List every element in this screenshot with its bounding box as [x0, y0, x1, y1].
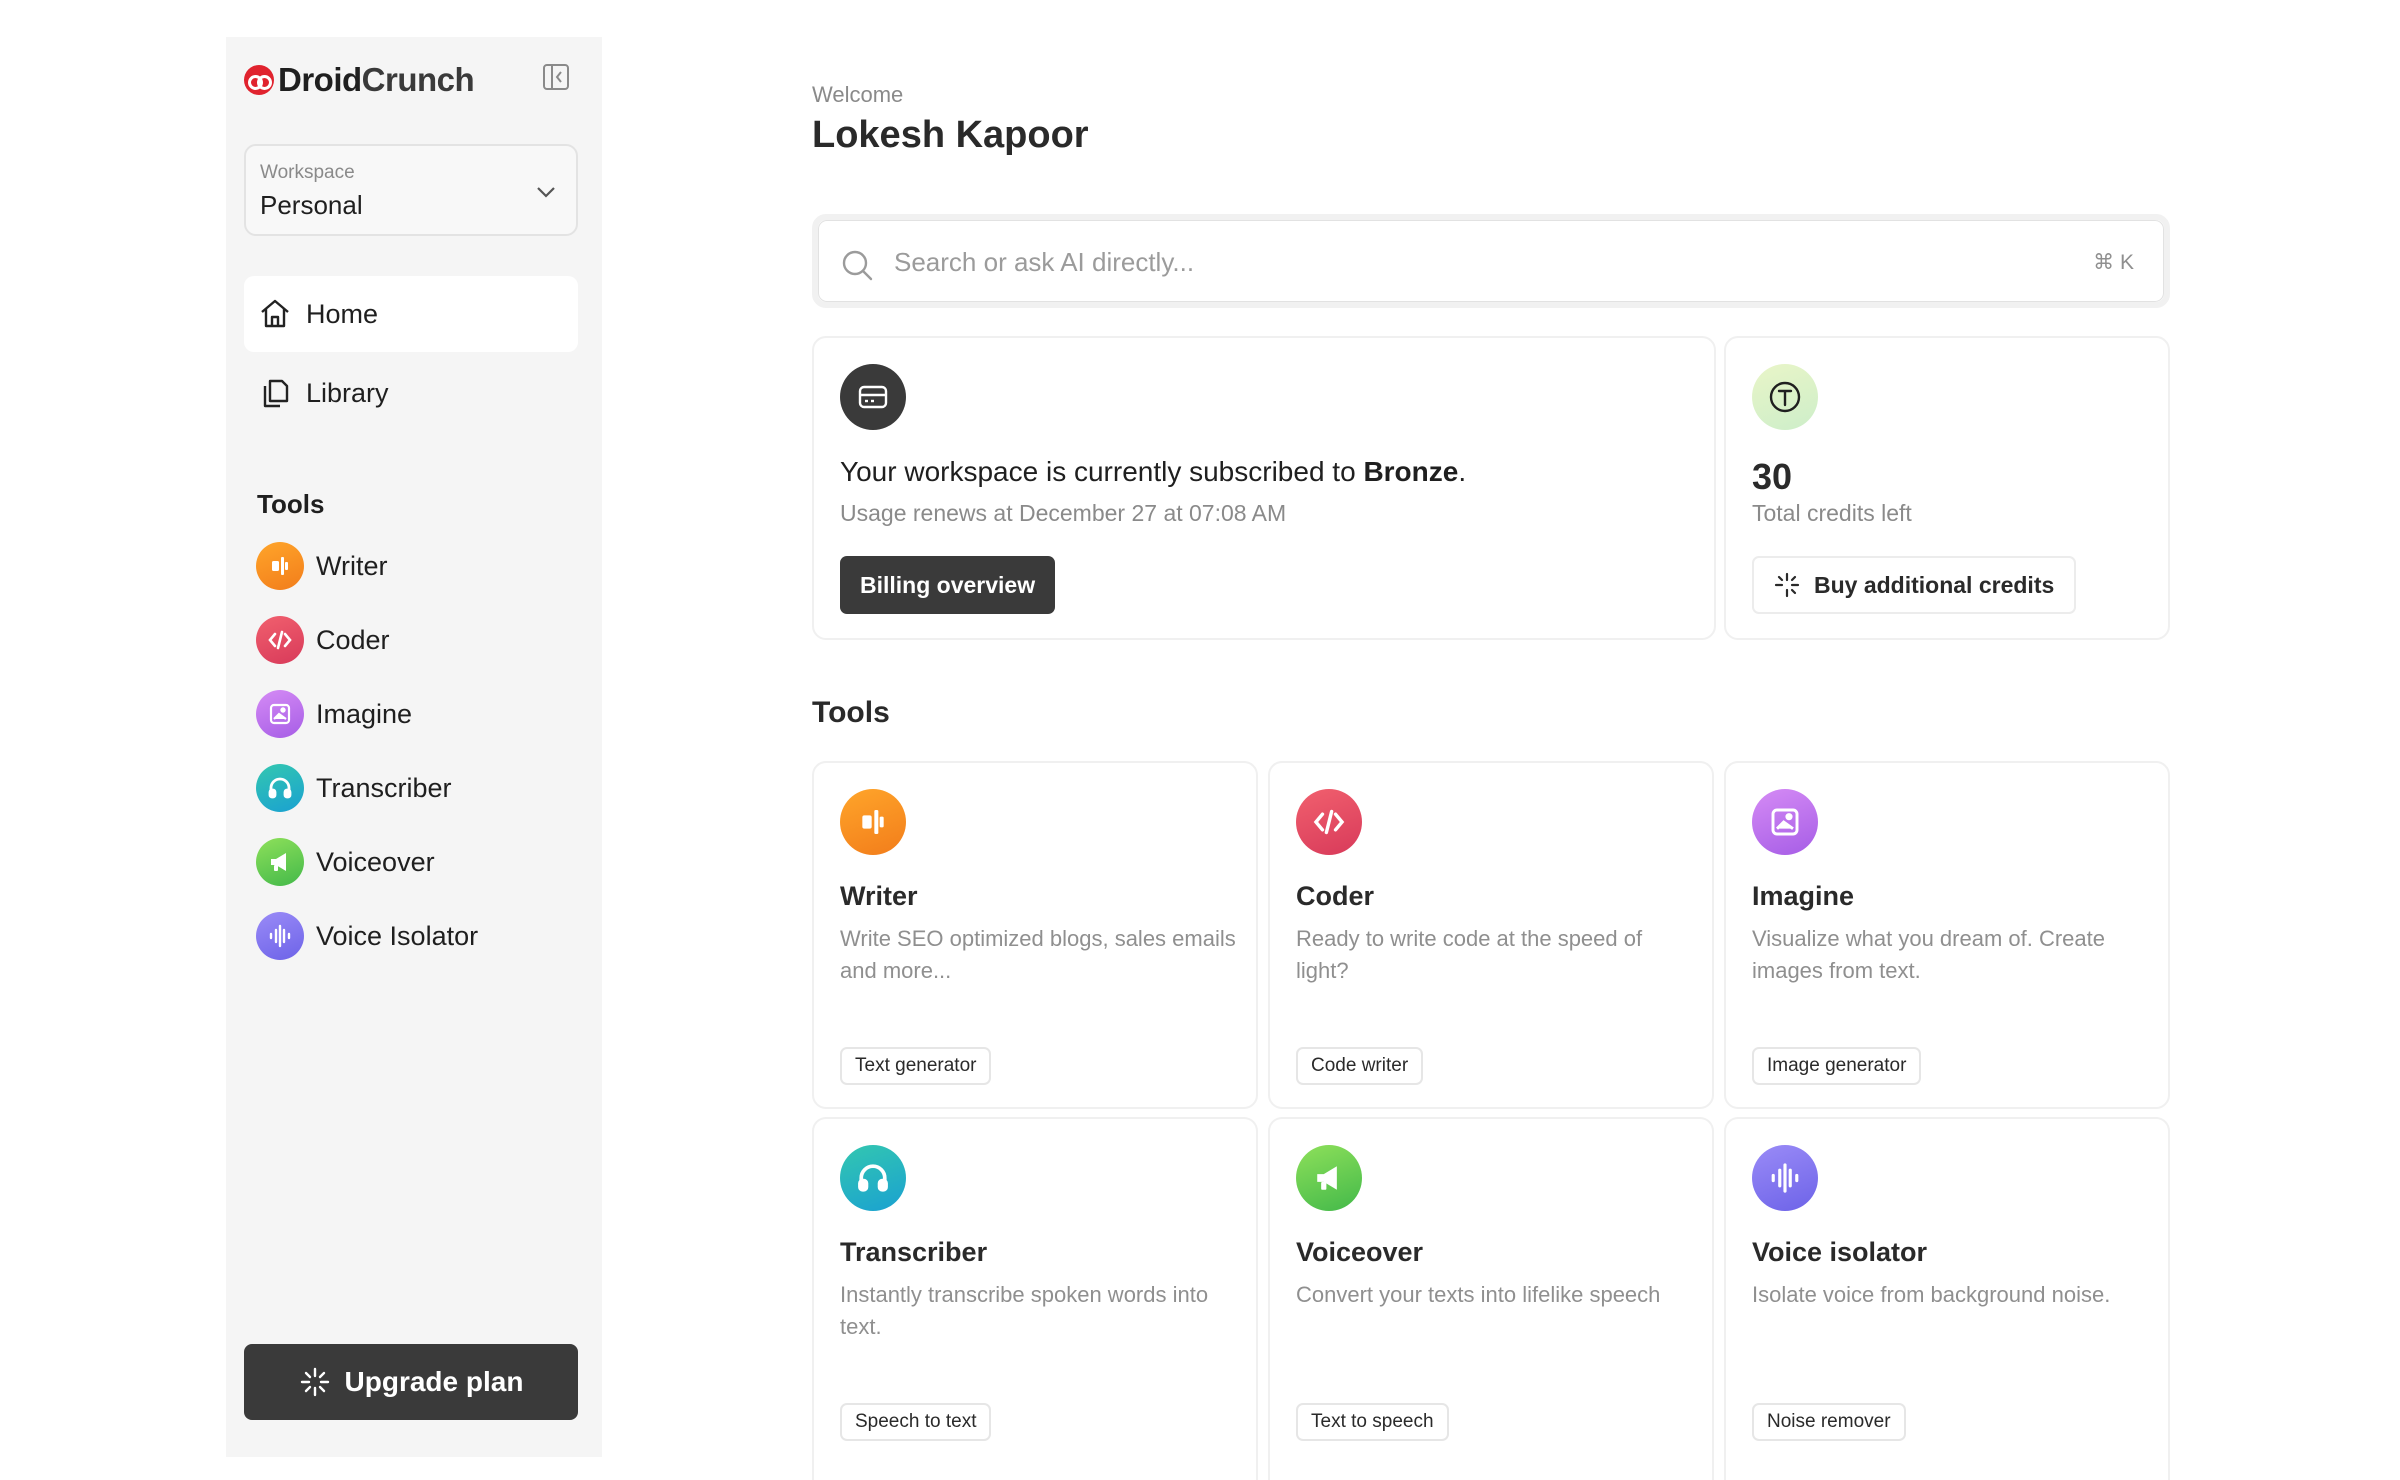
sidebar-tool-transcriber[interactable]: Transcriber: [256, 762, 452, 814]
subscription-card: Your workspace is currently subscribed t…: [812, 336, 1716, 640]
library-icon: [258, 376, 292, 410]
sidebar-tool-label: Coder: [316, 624, 390, 655]
search-icon: [842, 250, 873, 281]
tool-card-title: Writer: [840, 881, 918, 911]
workspace-selector[interactable]: Workspace Personal: [244, 144, 578, 236]
waveform-icon: [256, 912, 304, 960]
brand-logo[interactable]: DroidCrunch: [244, 60, 584, 100]
sidebar: DroidCrunch Workspace Personal Home Libr…: [226, 37, 602, 1457]
megaphone-icon: [256, 838, 304, 886]
workspace-value: Personal: [260, 190, 363, 220]
tool-card-title: Voice isolator: [1752, 1237, 1928, 1267]
credits-card: 30 Total credits left Buy additional cre…: [1724, 336, 2170, 640]
sidebar-tool-imagine[interactable]: Imagine: [256, 688, 412, 740]
tool-card-title: Transcriber: [840, 1237, 988, 1267]
billing-card-icon: [840, 364, 906, 430]
sparkle-icon: [300, 1367, 329, 1397]
tool-card-tag: Code writer: [1296, 1047, 1424, 1085]
sidebar-tool-coder[interactable]: Coder: [256, 614, 390, 666]
tool-card-title: Imagine: [1752, 881, 1855, 911]
tool-card-tag: Text to speech: [1296, 1403, 1449, 1441]
credits-count: 30: [1752, 456, 1793, 497]
tool-card-imagine[interactable]: Imagine Visualize what you dream of. Cre…: [1724, 761, 2170, 1109]
home-icon: [258, 297, 292, 331]
sparkle-icon: [1774, 572, 1800, 598]
tool-card-voiceover[interactable]: Voiceover Convert your texts into lifeli…: [1268, 1117, 1714, 1480]
brand-name: DroidCrunch: [278, 61, 475, 98]
search-shortcut: ⌘ K: [2093, 251, 2134, 274]
renewal-date: Usage renews at December 27 at 07:08 AM: [840, 500, 1287, 526]
code-icon: [256, 616, 304, 664]
sidebar-item-home[interactable]: Home: [244, 276, 578, 352]
image-icon: [256, 690, 304, 738]
credits-label: Total credits left: [1752, 500, 1912, 526]
tools-section-title: Tools: [812, 696, 890, 729]
sidebar-tool-label: Voiceover: [316, 846, 435, 877]
writer-icon: [840, 789, 906, 855]
buy-credits-label: Buy additional credits: [1814, 571, 2055, 598]
tool-card-coder[interactable]: Coder Ready to write code at the speed o…: [1268, 761, 1714, 1109]
chevron-down-icon: [537, 187, 555, 198]
sidebar-tool-voice-isolator[interactable]: Voice Isolator: [256, 910, 478, 962]
tool-card-tag: Noise remover: [1752, 1403, 1906, 1441]
tool-card-description: Convert your texts into lifelike speech: [1296, 1282, 1661, 1307]
tool-card-description: Isolate voice from background noise.: [1752, 1282, 2111, 1307]
user-name: Lokesh Kapoor: [812, 114, 1089, 156]
waveform-icon: [1752, 1145, 1818, 1211]
search-bar[interactable]: ⌘ K: [812, 214, 2170, 308]
workspace-label: Workspace: [260, 162, 355, 183]
tool-card-tag: Image generator: [1752, 1047, 1922, 1085]
tool-card-description: Write SEO optimized blogs, sales emails …: [840, 926, 1236, 983]
subscription-status: Your workspace is currently subscribed t…: [840, 456, 1467, 487]
sidebar-collapse-icon: [543, 64, 569, 90]
sidebar-item-label: Home: [306, 298, 379, 329]
headphones-icon: [256, 764, 304, 812]
sidebar-tool-label: Transcriber: [316, 772, 452, 803]
tool-card-description: Instantly transcribe spoken words into t…: [840, 1282, 1209, 1339]
collapse-sidebar-button[interactable]: [540, 61, 572, 93]
tool-card-description: Ready to write code at the speed of ligh…: [1296, 926, 1643, 983]
buy-credits-button[interactable]: Buy additional credits: [1752, 556, 2077, 614]
tool-card-title: Coder: [1296, 881, 1375, 911]
sidebar-tool-writer[interactable]: Writer: [256, 540, 388, 592]
tool-card-tag: Speech to text: [840, 1403, 992, 1441]
token-icon: [1752, 364, 1818, 430]
megaphone-icon: [1296, 1145, 1362, 1211]
tools-heading: Tools: [257, 489, 325, 519]
tool-card-voice-isolator[interactable]: Voice isolator Isolate voice from backgr…: [1724, 1117, 2170, 1480]
code-icon: [1296, 789, 1362, 855]
plan-name: Bronze: [1363, 456, 1459, 487]
upgrade-plan-label: Upgrade plan: [344, 1366, 524, 1397]
sidebar-tool-label: Writer: [316, 550, 388, 581]
welcome-label: Welcome: [812, 82, 904, 107]
image-icon: [1752, 789, 1818, 855]
tool-card-tag: Text generator: [840, 1047, 992, 1085]
sidebar-tool-label: Voice Isolator: [316, 920, 479, 951]
sidebar-tool-voiceover[interactable]: Voiceover: [256, 836, 435, 888]
tool-card-transcriber[interactable]: Transcriber Instantly transcribe spoken …: [812, 1117, 1258, 1480]
headphones-icon: [840, 1145, 906, 1211]
droidcrunch-logo-icon: [244, 65, 274, 95]
sidebar-item-label: Library: [306, 377, 389, 408]
billing-overview-button[interactable]: Billing overview: [840, 556, 1056, 614]
tool-card-title: Voiceover: [1296, 1237, 1424, 1267]
tool-card-description: Visualize what you dream of. Create imag…: [1752, 926, 2105, 983]
sidebar-item-library[interactable]: Library: [244, 355, 578, 431]
search-input[interactable]: [894, 242, 1994, 282]
sidebar-tool-label: Imagine: [316, 698, 413, 729]
tool-card-writer[interactable]: Writer Write SEO optimized blogs, sales …: [812, 761, 1258, 1109]
writer-icon: [256, 542, 304, 590]
upgrade-plan-button[interactable]: Upgrade plan: [244, 1344, 578, 1420]
